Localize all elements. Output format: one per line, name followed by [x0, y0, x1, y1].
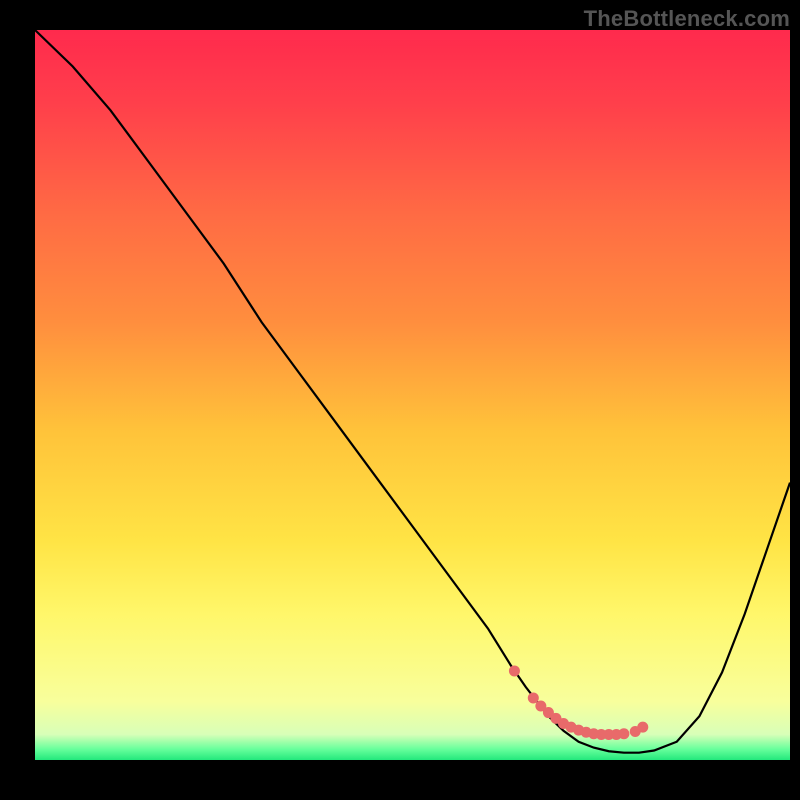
marker-dot: [618, 728, 629, 739]
watermark-text: TheBottleneck.com: [584, 6, 790, 32]
plot-background: [35, 30, 790, 760]
bottleneck-chart: [0, 0, 800, 800]
marker-dot: [528, 692, 539, 703]
chart-container: TheBottleneck.com: [0, 0, 800, 800]
marker-dot: [637, 722, 648, 733]
marker-dot: [509, 665, 520, 676]
